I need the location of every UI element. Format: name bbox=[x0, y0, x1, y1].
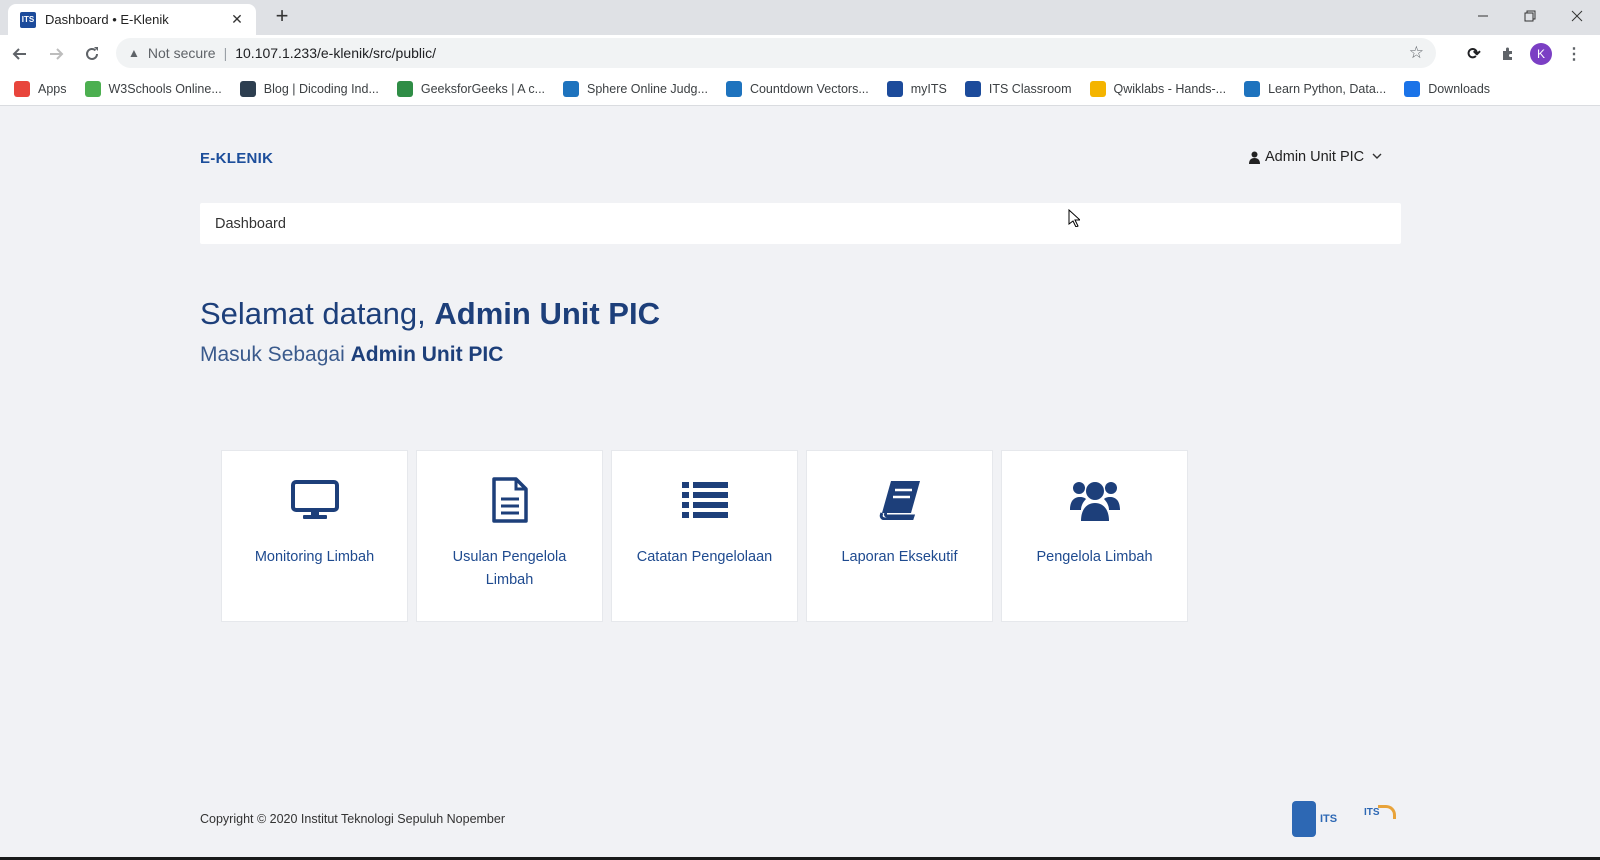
bookmark-item[interactable]: W3Schools Online... bbox=[84, 80, 222, 97]
its-favicon-icon: ITS bbox=[20, 11, 36, 28]
swoosh-icon bbox=[1378, 805, 1396, 819]
tab-title: Dashboard • E-Klenik bbox=[45, 12, 169, 27]
bookmark-label: Countdown Vectors... bbox=[749, 81, 869, 96]
bookmark-item[interactable]: ITS Classroom bbox=[964, 80, 1072, 97]
spoj-icon bbox=[563, 80, 580, 97]
bookmark-item[interactable]: Qwiklabs - Hands-... bbox=[1089, 80, 1227, 97]
its-logo: ITS bbox=[1292, 800, 1354, 838]
address-bar[interactable]: ▲ Not secure | 10.107.1.233/e-klenik/src… bbox=[116, 38, 1436, 68]
countdown-icon bbox=[725, 80, 742, 97]
welcome-name: Admin Unit PIC bbox=[434, 296, 660, 331]
reload-icon bbox=[86, 46, 98, 60]
forward-button[interactable] bbox=[40, 38, 72, 70]
bookmark-item[interactable]: Countdown Vectors... bbox=[725, 80, 869, 97]
browser-toolbar: ▲ Not secure | 10.107.1.233/e-klenik/src… bbox=[0, 35, 1600, 72]
puzzle-extensions-icon[interactable] bbox=[1496, 42, 1520, 66]
role-name: Admin Unit PIC bbox=[350, 343, 504, 366]
users-icon bbox=[1069, 476, 1120, 524]
extensions-area: ⟳ K ⋮ bbox=[1462, 35, 1586, 72]
its-logo-mark: ITS bbox=[1320, 813, 1338, 825]
document-icon bbox=[485, 476, 535, 524]
welcome-greeting: Selamat datang, bbox=[200, 296, 426, 331]
apps-grid-icon bbox=[14, 80, 30, 97]
gfg-icon bbox=[396, 80, 413, 97]
user-name: Admin Unit PIC bbox=[1265, 149, 1365, 165]
warning-icon: ▲ bbox=[128, 46, 140, 60]
kaggle-icon bbox=[1244, 80, 1261, 97]
breadcrumb: Dashboard bbox=[200, 203, 1401, 244]
download-icon bbox=[1404, 80, 1421, 97]
user-menu[interactable]: Admin Unit PIC bbox=[1249, 149, 1382, 165]
qwiklabs-icon bbox=[1089, 80, 1106, 97]
reload-button[interactable] bbox=[76, 38, 108, 70]
url-text: 10.107.1.233/e-klenik/src/public/ bbox=[235, 45, 437, 61]
bookmark-item[interactable]: Blog | Dicoding Ind... bbox=[239, 80, 379, 97]
dicoding-icon bbox=[239, 80, 256, 97]
bookmark-label: GeeksforGeeks | A c... bbox=[420, 81, 546, 96]
monitor-icon bbox=[290, 476, 340, 524]
card-catatan-pengelolaan[interactable]: Catatan Pengelolaan bbox=[611, 450, 798, 622]
menu-kebab-icon[interactable]: ⋮ bbox=[1562, 42, 1586, 66]
card-usulan-pengelola-limbah[interactable]: Usulan Pengelola Limbah bbox=[416, 450, 603, 622]
bookmark-label: Learn Python, Data... bbox=[1268, 81, 1387, 96]
bookmark-label: W3Schools Online... bbox=[108, 81, 222, 96]
its-seal-icon bbox=[1292, 801, 1316, 837]
profile-avatar[interactable]: K bbox=[1530, 42, 1552, 65]
forward-arrow-icon bbox=[50, 47, 64, 60]
bookmark-item[interactable]: Downloads bbox=[1404, 80, 1491, 97]
sync-extension-icon[interactable]: ⟳ bbox=[1462, 42, 1486, 66]
role-subheading: Masuk Sebagai Admin Unit PIC bbox=[200, 343, 503, 367]
new-tab-button[interactable]: + bbox=[270, 5, 294, 29]
list-icon bbox=[680, 476, 730, 524]
close-tab-icon[interactable]: ✕ bbox=[228, 11, 246, 28]
bookmark-star-icon[interactable]: ☆ bbox=[1409, 43, 1424, 63]
bookmark-item[interactable]: Sphere Online Judg... bbox=[563, 80, 708, 97]
card-pengelola-limbah[interactable]: Pengelola Limbah bbox=[1001, 450, 1188, 622]
bookmark-label: Apps bbox=[38, 81, 67, 96]
bookmark-item[interactable]: myITS bbox=[886, 80, 947, 97]
breadcrumb-current: Dashboard bbox=[215, 215, 286, 232]
role-prefix: Masuk Sebagai bbox=[200, 343, 345, 366]
bookmark-label: Qwiklabs - Hands-... bbox=[1113, 81, 1227, 96]
card-label: Pengelola Limbah bbox=[1036, 549, 1153, 565]
card-label: Catatan Pengelolaan bbox=[636, 549, 773, 565]
back-arrow-icon bbox=[12, 47, 26, 60]
myits-icon bbox=[886, 80, 903, 97]
bookmark-label: Blog | Dicoding Ind... bbox=[263, 81, 379, 96]
minimize-button[interactable] bbox=[1459, 0, 1506, 32]
restore-button[interactable] bbox=[1506, 0, 1553, 32]
card-laporan-eksekutif[interactable]: Laporan Eksekutif bbox=[806, 450, 993, 622]
bookmark-item[interactable]: GeeksforGeeks | A c... bbox=[396, 80, 546, 97]
welcome-heading: Selamat datang, Admin Unit PIC bbox=[200, 296, 660, 332]
book-icon bbox=[875, 476, 925, 524]
bookmarks-bar: Apps W3Schools Online... Blog | Dicoding I… bbox=[0, 72, 1600, 106]
bookmark-label: Sphere Online Judg... bbox=[587, 81, 708, 96]
card-label: Monitoring Limbah bbox=[254, 549, 375, 565]
bookmark-item[interactable]: Learn Python, Data... bbox=[1244, 80, 1387, 97]
card-label: Usulan Pengelola Limbah bbox=[452, 549, 567, 588]
address-separator: | bbox=[223, 45, 228, 61]
footer-copyright: Copyright © 2020 Institut Teknologi Sepu… bbox=[200, 812, 505, 826]
bookmark-item[interactable]: Apps bbox=[14, 80, 67, 97]
its-semangat-baru-logo: ITS bbox=[1364, 801, 1398, 837]
chevron-down-icon bbox=[1372, 152, 1382, 163]
footer-logos: ITS ITS bbox=[1292, 800, 1398, 838]
browser-tab[interactable]: ITS Dashboard • E-Klenik ✕ bbox=[8, 4, 256, 35]
mouse-cursor-icon bbox=[1068, 208, 1082, 232]
card-monitoring-limbah[interactable]: Monitoring Limbah bbox=[221, 450, 408, 622]
w3schools-icon bbox=[84, 80, 101, 97]
user-icon bbox=[1249, 151, 1260, 164]
window-controls bbox=[1459, 0, 1600, 32]
bookmark-label: Downloads bbox=[1428, 81, 1491, 96]
bookmark-label: myITS bbox=[910, 81, 947, 96]
menu-cards: Monitoring Limbah Usulan Pengelola Limba… bbox=[221, 450, 1188, 622]
security-label: Not secure bbox=[147, 45, 216, 61]
card-label: Laporan Eksekutif bbox=[841, 549, 958, 565]
close-window-button[interactable] bbox=[1553, 0, 1600, 32]
its-classroom-icon bbox=[964, 80, 981, 97]
browser-tabstrip: ITS Dashboard • E-Klenik ✕ + bbox=[0, 0, 1600, 35]
brand-logo-text[interactable]: E-KLENIK bbox=[200, 150, 273, 167]
back-button[interactable] bbox=[4, 38, 36, 70]
bookmark-label: ITS Classroom bbox=[988, 81, 1072, 96]
